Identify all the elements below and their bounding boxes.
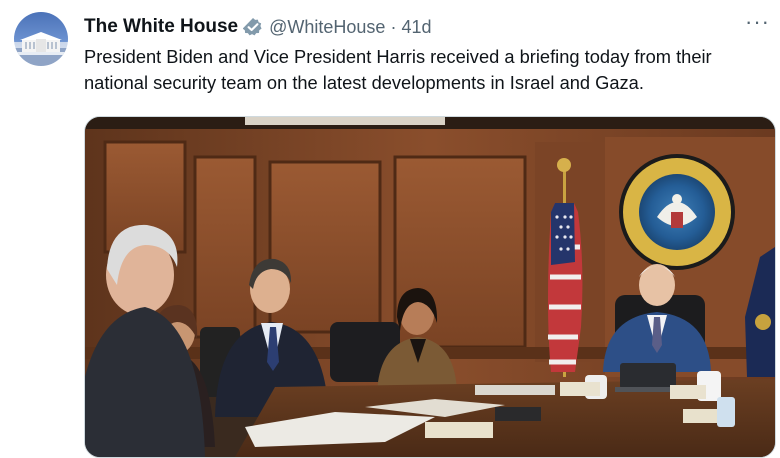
tweet-text: President Biden and Vice President Harri… — [84, 46, 712, 93]
dot-separator: · — [390, 16, 397, 37]
situation-room-photo — [85, 117, 775, 457]
tweet[interactable]: The White House @WhiteHouse · 41d ··· Pr… — [0, 0, 780, 458]
avatar[interactable] — [14, 12, 68, 66]
verified-badge-icon — [242, 17, 263, 37]
author-handle[interactable]: @WhiteHouse — [269, 17, 385, 38]
author-name[interactable]: The White House — [84, 16, 238, 38]
white-house-avatar-icon — [14, 32, 68, 66]
timestamp[interactable]: 41d — [401, 17, 431, 38]
more-options-icon[interactable]: ··· — [745, 11, 770, 33]
tweet-photo[interactable] — [84, 116, 776, 458]
tweet-header: The White House @WhiteHouse · 41d — [84, 14, 764, 40]
